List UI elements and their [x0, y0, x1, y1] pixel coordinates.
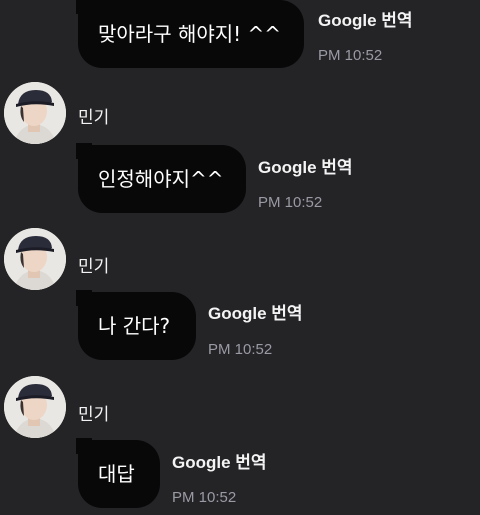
message-time: PM 10:52	[318, 47, 383, 64]
profile-photo	[4, 228, 66, 290]
translator-label[interactable]: Google 번역	[258, 153, 353, 178]
sender-name: 민기	[78, 405, 110, 425]
avatar[interactable]	[4, 376, 66, 438]
message-text: 나 간다?	[98, 314, 171, 338]
message-text: 대답	[98, 462, 135, 486]
translator-label[interactable]: Google 번역	[208, 299, 303, 324]
message-time: PM 10:52	[258, 194, 323, 211]
profile-photo	[4, 82, 66, 144]
sender-name: 민기	[78, 257, 110, 277]
sender-name: 민기	[78, 108, 110, 128]
message-text: 맞아라구 해야지! ^^	[98, 22, 282, 46]
message-time: PM 10:52	[172, 489, 237, 506]
avatar[interactable]	[4, 228, 66, 290]
message-bubble[interactable]: 맞아라구 해야지! ^^	[76, 0, 304, 68]
message-bubble[interactable]: 나 간다?	[76, 290, 196, 360]
message-time: PM 10:52	[208, 341, 273, 358]
translator-label[interactable]: Google 번역	[318, 6, 413, 31]
message-bubble[interactable]: 대답	[76, 438, 160, 508]
message-text: 인정해야지^^	[98, 167, 224, 191]
translator-label[interactable]: Google 번역	[172, 448, 267, 473]
avatar[interactable]	[4, 82, 66, 144]
profile-photo	[4, 376, 66, 438]
message-bubble[interactable]: 인정해야지^^	[76, 143, 246, 213]
